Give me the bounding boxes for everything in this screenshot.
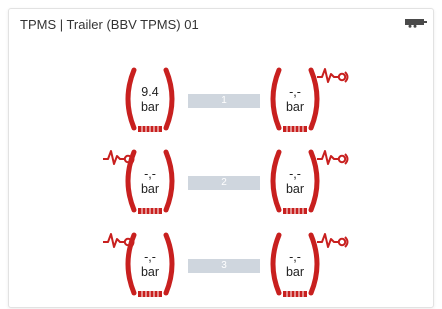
tire-icon [125, 149, 175, 214]
widget-title: TPMS | Trailer (BBV TPMS) 01 [20, 17, 199, 32]
axle-label: 3 [188, 259, 260, 273]
pressure-value: -,- [144, 167, 156, 181]
tire-axle2-left[interactable]: -,- bar [120, 146, 180, 216]
pressure-unit: bar [285, 100, 305, 114]
tire-icon [125, 67, 175, 132]
tire-axle3-left[interactable]: -,- bar [120, 229, 180, 299]
tpms-widget: TPMS | Trailer (BBV TPMS) 01 9.4 bar 1 -… [8, 8, 434, 308]
pressure-unit: bar [140, 100, 160, 114]
pressure-unit: bar [285, 265, 305, 279]
pressure-unit: bar [140, 265, 160, 279]
axle-label: 2 [188, 176, 260, 190]
axle-label: 1 [188, 94, 260, 108]
pressure-value: -,- [289, 250, 301, 264]
tire-axle1-left[interactable]: 9.4 bar [120, 64, 180, 134]
pressure-value: -,- [289, 167, 301, 181]
pressure-unit: bar [285, 182, 305, 196]
alert-signal-icon [317, 233, 349, 248]
pressure-value: 9.4 [141, 85, 159, 99]
axle-2: -,- bar 2 -,- bar [9, 146, 435, 216]
pressure-value: -,- [144, 250, 156, 264]
trailer-icon [405, 19, 427, 28]
pressure-unit: bar [140, 182, 160, 196]
pressure-value: -,- [289, 85, 301, 99]
axle-3: -,- bar 3 -,- bar [9, 229, 435, 299]
alert-signal-icon [317, 150, 349, 165]
axle-1: 9.4 bar 1 -,- bar [9, 64, 435, 134]
alert-signal-icon [317, 68, 349, 83]
tire-icon [125, 232, 175, 297]
